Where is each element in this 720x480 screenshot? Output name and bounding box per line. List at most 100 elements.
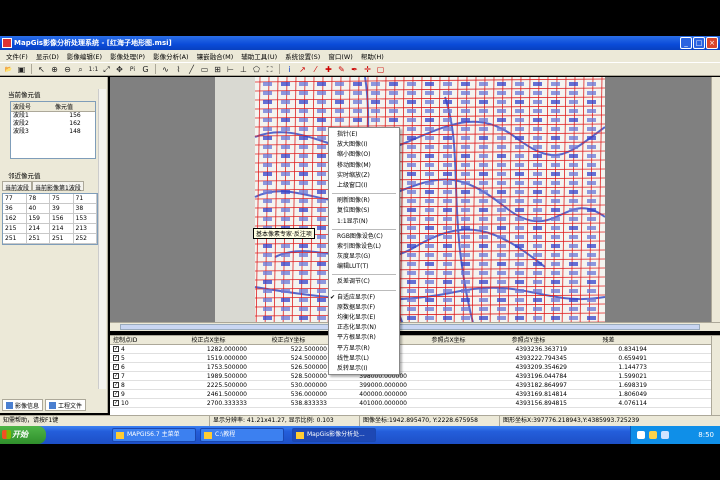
context-menu-item[interactable]: 移动图像(M)	[329, 161, 399, 171]
line-icon[interactable]: ⁄	[310, 64, 321, 75]
table-row[interactable]: ✓ 5 1519.000000 524.500000 4393222.794345 0.6…	[110, 354, 720, 363]
measure-icon[interactable]: ⊢	[225, 64, 236, 75]
context-menu-item[interactable]: RGB图像设色(C)	[329, 232, 399, 242]
row-checkbox[interactable]: ✓	[113, 391, 119, 397]
col-header-residual[interactable]: 残差	[570, 336, 650, 344]
table-row[interactable]: ✓ 4 1282.000000 522.500000 4393236.363719 0.8…	[110, 345, 720, 354]
rect-tool-icon[interactable]: ▭	[199, 64, 210, 75]
context-menu-item[interactable]: 平方显示(R)	[329, 344, 399, 354]
context-menu-item[interactable]: 指针(E)	[329, 130, 399, 140]
georef-icon[interactable]: G	[140, 64, 151, 75]
context-menu-item[interactable]: 线性显示(L)	[329, 354, 399, 364]
menu-file[interactable]: 文件(F)	[2, 51, 32, 61]
close-button[interactable]: ×	[706, 37, 718, 49]
start-button[interactable]: 开始	[0, 426, 46, 444]
info-icon[interactable]: i	[284, 64, 295, 75]
volume-icon[interactable]	[661, 431, 669, 439]
save-icon[interactable]: ▣	[16, 64, 27, 75]
menu-settings[interactable]: 系统设置(S)	[281, 51, 324, 61]
cursor-icon[interactable]: ↗	[297, 64, 308, 75]
context-menu-item[interactable]: 反转显示(I)	[329, 364, 399, 374]
polygon-icon[interactable]: ⬠	[251, 64, 262, 75]
band-row[interactable]: 波段1 156	[11, 112, 95, 120]
context-menu-item[interactable]: 放大图像(I)	[329, 140, 399, 150]
context-menu-item[interactable]: 复位图像(S)	[329, 206, 399, 216]
col-header-ref-x[interactable]: 参照点X坐标	[410, 336, 490, 344]
col-header-x[interactable]: 校正点X坐标	[170, 336, 250, 344]
context-menu-item[interactable]: ✔ 自适应显示(F)	[329, 293, 399, 303]
menu-image-process[interactable]: 影像处理(P)	[106, 51, 149, 61]
menu-display[interactable]: 显示(D)	[32, 51, 63, 61]
zoom-window-icon[interactable]: ⌕	[75, 64, 86, 75]
app-icon[interactable]	[2, 38, 12, 48]
ruler-icon[interactable]: ⊥	[238, 64, 249, 75]
ime-icon[interactable]	[637, 431, 645, 439]
pointer-icon[interactable]: ↖	[36, 64, 47, 75]
context-menu-item[interactable]: 刷新图像(R)	[329, 196, 399, 206]
table-row[interactable]: ✓ 10 2700.333333 538.833333 401000.000000 439…	[110, 399, 720, 408]
menu-tools[interactable]: 辅助工具(U)	[237, 51, 281, 61]
table-row[interactable]: ✓ 9 2461.500000 536.000000 400000.000000 4393…	[110, 390, 720, 399]
col-header-y[interactable]: 校正点Y坐标	[250, 336, 330, 344]
scroll-thumb[interactable]	[120, 324, 700, 330]
image-horizontal-scrollbar[interactable]	[110, 322, 720, 331]
add-point-icon[interactable]: ✚	[323, 64, 334, 75]
context-menu-item[interactable]: 实时缩放(Z)	[329, 171, 399, 181]
menu-help[interactable]: 帮助(H)	[357, 51, 388, 61]
col-header-ref-y[interactable]: 参照点Y坐标	[490, 336, 570, 344]
menu-image-edit[interactable]: 影像编辑(E)	[63, 51, 106, 61]
minimize-button[interactable]: _	[680, 37, 692, 49]
pixel-info-icon[interactable]: Pi	[127, 64, 138, 75]
context-menu-item[interactable]: 索引图像设色(L)	[329, 242, 399, 252]
zoom-out-icon[interactable]: ⊖	[62, 64, 73, 75]
context-menu-item[interactable]: 反差调节(C)	[329, 277, 399, 287]
menu-window[interactable]: 窗口(W)	[324, 51, 357, 61]
line-tool-icon[interactable]: ╱	[186, 64, 197, 75]
control-point-table[interactable]: 控制点ID 校正点X坐标 校正点Y坐标 参照点X坐标 参照点Y坐标 残差 ✓ 4 1…	[110, 335, 720, 415]
table-vertical-scrollbar[interactable]	[711, 336, 720, 415]
title-bar[interactable]: MapGis影像分析处理系统 - [红海子地形图.msi] _ □ ×	[0, 36, 720, 50]
menu-image-analysis[interactable]: 影像分析(A)	[149, 51, 193, 61]
context-menu-item[interactable]: 1:1显示(N)	[329, 217, 399, 227]
tray-app-icon[interactable]	[649, 431, 657, 439]
menu-mosaic[interactable]: 镶嵌融合(M)	[193, 51, 238, 61]
row-checkbox[interactable]: ✓	[113, 373, 119, 379]
context-menu-item[interactable]: 平方根显示(R)	[329, 333, 399, 343]
tab-current-image-band1[interactable]: 当前影像第1波段	[32, 181, 84, 192]
edit-point-icon[interactable]: ✎	[336, 64, 347, 75]
image-vertical-scrollbar[interactable]	[711, 77, 720, 331]
task-folder[interactable]: C:\教程	[200, 428, 284, 442]
band-row[interactable]: 波段2 162	[11, 120, 95, 128]
table-row[interactable]: ✓ 7 1989.500000 528.500000 398000.000000 4393…	[110, 372, 720, 381]
delete-point-icon[interactable]: ▢	[375, 64, 386, 75]
context-menu-item[interactable]: 原数据显示(F)	[329, 303, 399, 313]
context-menu-item[interactable]: 灰度显示(G)	[329, 252, 399, 262]
row-checkbox[interactable]: ✓	[113, 346, 119, 352]
scanned-map-image[interactable]	[215, 77, 605, 331]
grid-tool-icon[interactable]: ⊞	[212, 64, 223, 75]
image-view[interactable]	[110, 77, 720, 331]
pen-icon[interactable]: ✒	[349, 64, 360, 75]
context-menu-item[interactable]: 正态化显示(N)	[329, 323, 399, 333]
maximize-button[interactable]: □	[693, 37, 705, 49]
tab-project-file[interactable]: 工程文件	[45, 399, 87, 411]
tab-current-band[interactable]: 当前波段	[2, 181, 33, 192]
row-checkbox[interactable]: ✓	[113, 382, 119, 388]
select-point-icon[interactable]: ✛	[362, 64, 373, 75]
curve-icon[interactable]: ∿	[160, 64, 171, 75]
context-menu-item[interactable]: 缩小图像(O)	[329, 150, 399, 160]
tab-image-info[interactable]: 影像信息	[2, 399, 44, 411]
row-checkbox[interactable]: ✓	[113, 400, 119, 406]
zoom-extent-icon[interactable]: ⛶	[264, 64, 275, 75]
task-mapgis-image[interactable]: MapGis影像分析处...	[292, 428, 376, 442]
polyline-icon[interactable]: ⌇	[173, 64, 184, 75]
row-checkbox[interactable]: ✓	[113, 364, 119, 370]
row-checkbox[interactable]: ✓	[113, 355, 119, 361]
context-menu-item[interactable]: 上级窗口(I)	[329, 181, 399, 191]
zoom-in-icon[interactable]: ⊕	[49, 64, 60, 75]
zoom-1to1-icon[interactable]: 1:1	[88, 64, 99, 75]
context-menu-item[interactable]: 编辑LUT(T)	[329, 262, 399, 272]
context-menu-item[interactable]: 均衡化显示(E)	[329, 313, 399, 323]
table-row[interactable]: ✓ 8 2225.500000 530.000000 399000.000000 4393…	[110, 381, 720, 390]
band-value-list[interactable]: 波段号 像元值 波段1 156 波段2 162 波段3 148	[10, 101, 96, 159]
